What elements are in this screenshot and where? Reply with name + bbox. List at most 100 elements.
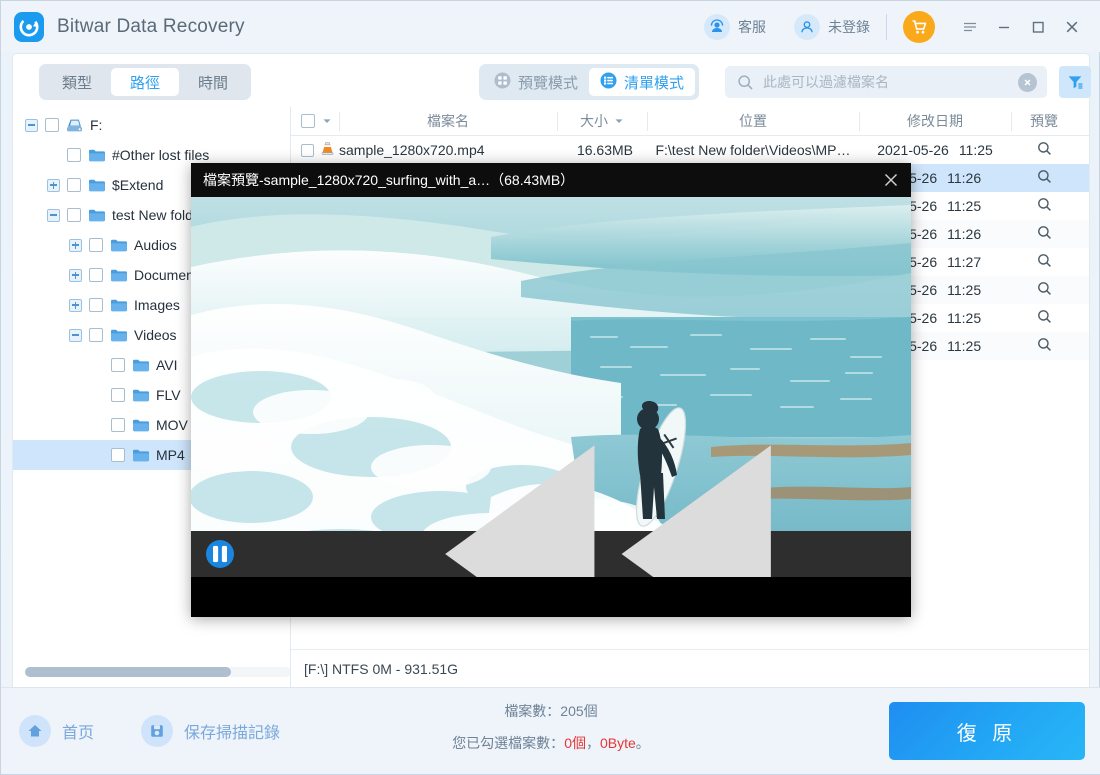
cell-preview[interactable] <box>1011 276 1077 304</box>
floppy-save-icon <box>141 715 173 747</box>
magnifier-icon[interactable] <box>1037 225 1052 243</box>
list-view-icon <box>600 72 617 93</box>
tree-item-label: FLV <box>156 387 181 403</box>
headset-user-icon <box>704 13 730 40</box>
tree-item-checkbox[interactable] <box>111 388 125 402</box>
tree-item-label: #Other lost files <box>112 147 210 163</box>
save-scan-record-button[interactable]: 保存掃描記錄 <box>141 715 280 747</box>
selected-separator: ， <box>585 735 600 751</box>
sort-descending-icon[interactable] <box>614 113 624 129</box>
row-checkbox[interactable] <box>301 143 314 157</box>
shopping-cart-icon[interactable] <box>903 10 935 43</box>
cell-preview[interactable] <box>1011 220 1077 248</box>
tree-item-checkbox[interactable] <box>67 148 81 162</box>
app-logo-wrap: Bitwar Data Recovery <box>14 11 245 42</box>
filter-funnel-icon[interactable] <box>1059 66 1091 98</box>
selected-size-value: 0Byte <box>599 735 636 751</box>
cell-preview[interactable] <box>1011 136 1077 164</box>
magnifier-icon[interactable] <box>1037 141 1052 159</box>
collapse-minus-icon[interactable] <box>25 118 38 132</box>
expand-plus-icon[interactable] <box>47 178 60 192</box>
tree-item-checkbox[interactable] <box>67 178 81 192</box>
folder-icon <box>110 268 127 282</box>
th-select-all <box>291 107 339 136</box>
tree-item-checkbox[interactable] <box>111 418 125 432</box>
cell-preview[interactable] <box>1011 164 1077 192</box>
support-label: 客服 <box>738 18 766 35</box>
th-size-label: 大小 <box>580 113 608 129</box>
magnifier-icon[interactable] <box>1037 169 1052 187</box>
recover-button[interactable]: 復 原 <box>889 702 1085 760</box>
video-controls: 00:00:35 / 00:03:03 <box>191 445 911 577</box>
tree-item-label: $Extend <box>112 177 164 193</box>
pause-icon[interactable] <box>206 540 234 568</box>
titlebar-divider <box>886 13 887 40</box>
search-box <box>725 66 1047 98</box>
mode-list[interactable]: 清單模式 <box>589 68 696 96</box>
footer-bar: 首页 保存掃描記錄 檔案數：205個 您已勾選檔案數：0個，0Byte。 復 原 <box>1 687 1100 774</box>
tab-path[interactable]: 路徑 <box>111 68 180 96</box>
folder-icon <box>132 358 149 372</box>
tree-item-checkbox[interactable] <box>89 328 103 342</box>
tree-item-checkbox[interactable] <box>111 358 125 372</box>
tree-item-checkbox[interactable] <box>45 118 59 132</box>
tree-item-checkbox[interactable] <box>67 208 81 222</box>
th-size[interactable]: 大小 <box>557 107 647 136</box>
home-label: 首页 <box>62 725 95 742</box>
minimize-icon[interactable] <box>987 10 1021 44</box>
close-icon[interactable] <box>871 163 911 197</box>
tree-hscrollbar-thumb[interactable] <box>25 667 231 677</box>
hamburger-menu-icon[interactable] <box>953 10 987 44</box>
th-location[interactable]: 位置 <box>647 107 859 136</box>
close-icon[interactable] <box>1055 10 1089 44</box>
tree-item-checkbox[interactable] <box>89 268 103 282</box>
cell-preview[interactable] <box>1011 192 1077 220</box>
home-button[interactable]: 首页 <box>19 715 94 747</box>
magnifier-icon[interactable] <box>1037 281 1052 299</box>
cell-time: 11:27 <box>947 254 982 270</box>
clear-circle-icon[interactable] <box>1018 72 1037 92</box>
cell-time: 11:26 <box>947 170 982 186</box>
table-header-row: 檔案名 大小 位置 修改日期 預覽 <box>291 107 1089 136</box>
magnifier-icon[interactable] <box>1037 197 1052 215</box>
grid-view-icon <box>494 72 511 93</box>
folder-icon <box>132 388 149 402</box>
th-modified[interactable]: 修改日期 <box>859 107 1011 136</box>
folder-icon <box>88 208 105 222</box>
tree-item-checkbox[interactable] <box>89 238 103 252</box>
th-filename[interactable]: 檔案名 <box>339 107 557 136</box>
magnifier-icon[interactable] <box>1037 253 1052 271</box>
search-input[interactable] <box>763 74 1018 90</box>
tree-item-checkbox[interactable] <box>111 448 125 462</box>
tab-time[interactable]: 時間 <box>179 68 247 96</box>
filter-toolbar: 類型 路徑 時間 預覽模式 清單模式 此處可以過濾檔案名 <box>13 54 1091 107</box>
collapse-minus-icon[interactable] <box>47 208 60 222</box>
tab-type[interactable]: 類型 <box>43 68 111 96</box>
collapse-minus-icon[interactable] <box>69 328 82 342</box>
title-bar: Bitwar Data Recovery 客服 未登錄 <box>1 1 1100 52</box>
support-button[interactable]: 客服 <box>704 13 766 40</box>
select-all-checkbox[interactable] <box>301 114 315 128</box>
rewind-icon[interactable] <box>248 364 911 577</box>
magnifier-icon[interactable] <box>1037 337 1052 355</box>
chevron-down-icon[interactable] <box>322 113 332 129</box>
tree-hscrollbar-track[interactable] <box>25 667 290 677</box>
cell-preview[interactable] <box>1011 332 1077 360</box>
expand-plus-icon[interactable] <box>69 238 82 252</box>
vlc-media-icon <box>320 141 335 159</box>
cell-preview[interactable] <box>1011 248 1077 276</box>
table-row[interactable]: sample_1280x720.mp4 16.63MB F:\test New fo… <box>291 136 1089 164</box>
cell-preview[interactable] <box>1011 304 1077 332</box>
video-stage[interactable]: 00:00:35 / 00:03:03 <box>191 197 911 577</box>
account-button[interactable]: 未登錄 <box>794 13 870 40</box>
magnifier-icon[interactable] <box>1037 309 1052 327</box>
expand-plus-icon[interactable] <box>69 298 82 312</box>
mode-preview[interactable]: 預覽模式 <box>483 68 589 96</box>
folder-icon <box>110 298 127 312</box>
expand-plus-icon[interactable] <box>69 268 82 282</box>
cell-time: 11:25 <box>947 310 982 326</box>
row-select-cell <box>291 136 339 164</box>
tree-item-checkbox[interactable] <box>89 298 103 312</box>
maximize-icon[interactable] <box>1021 10 1055 44</box>
tree-item-f[interactable]: F: <box>13 110 290 140</box>
